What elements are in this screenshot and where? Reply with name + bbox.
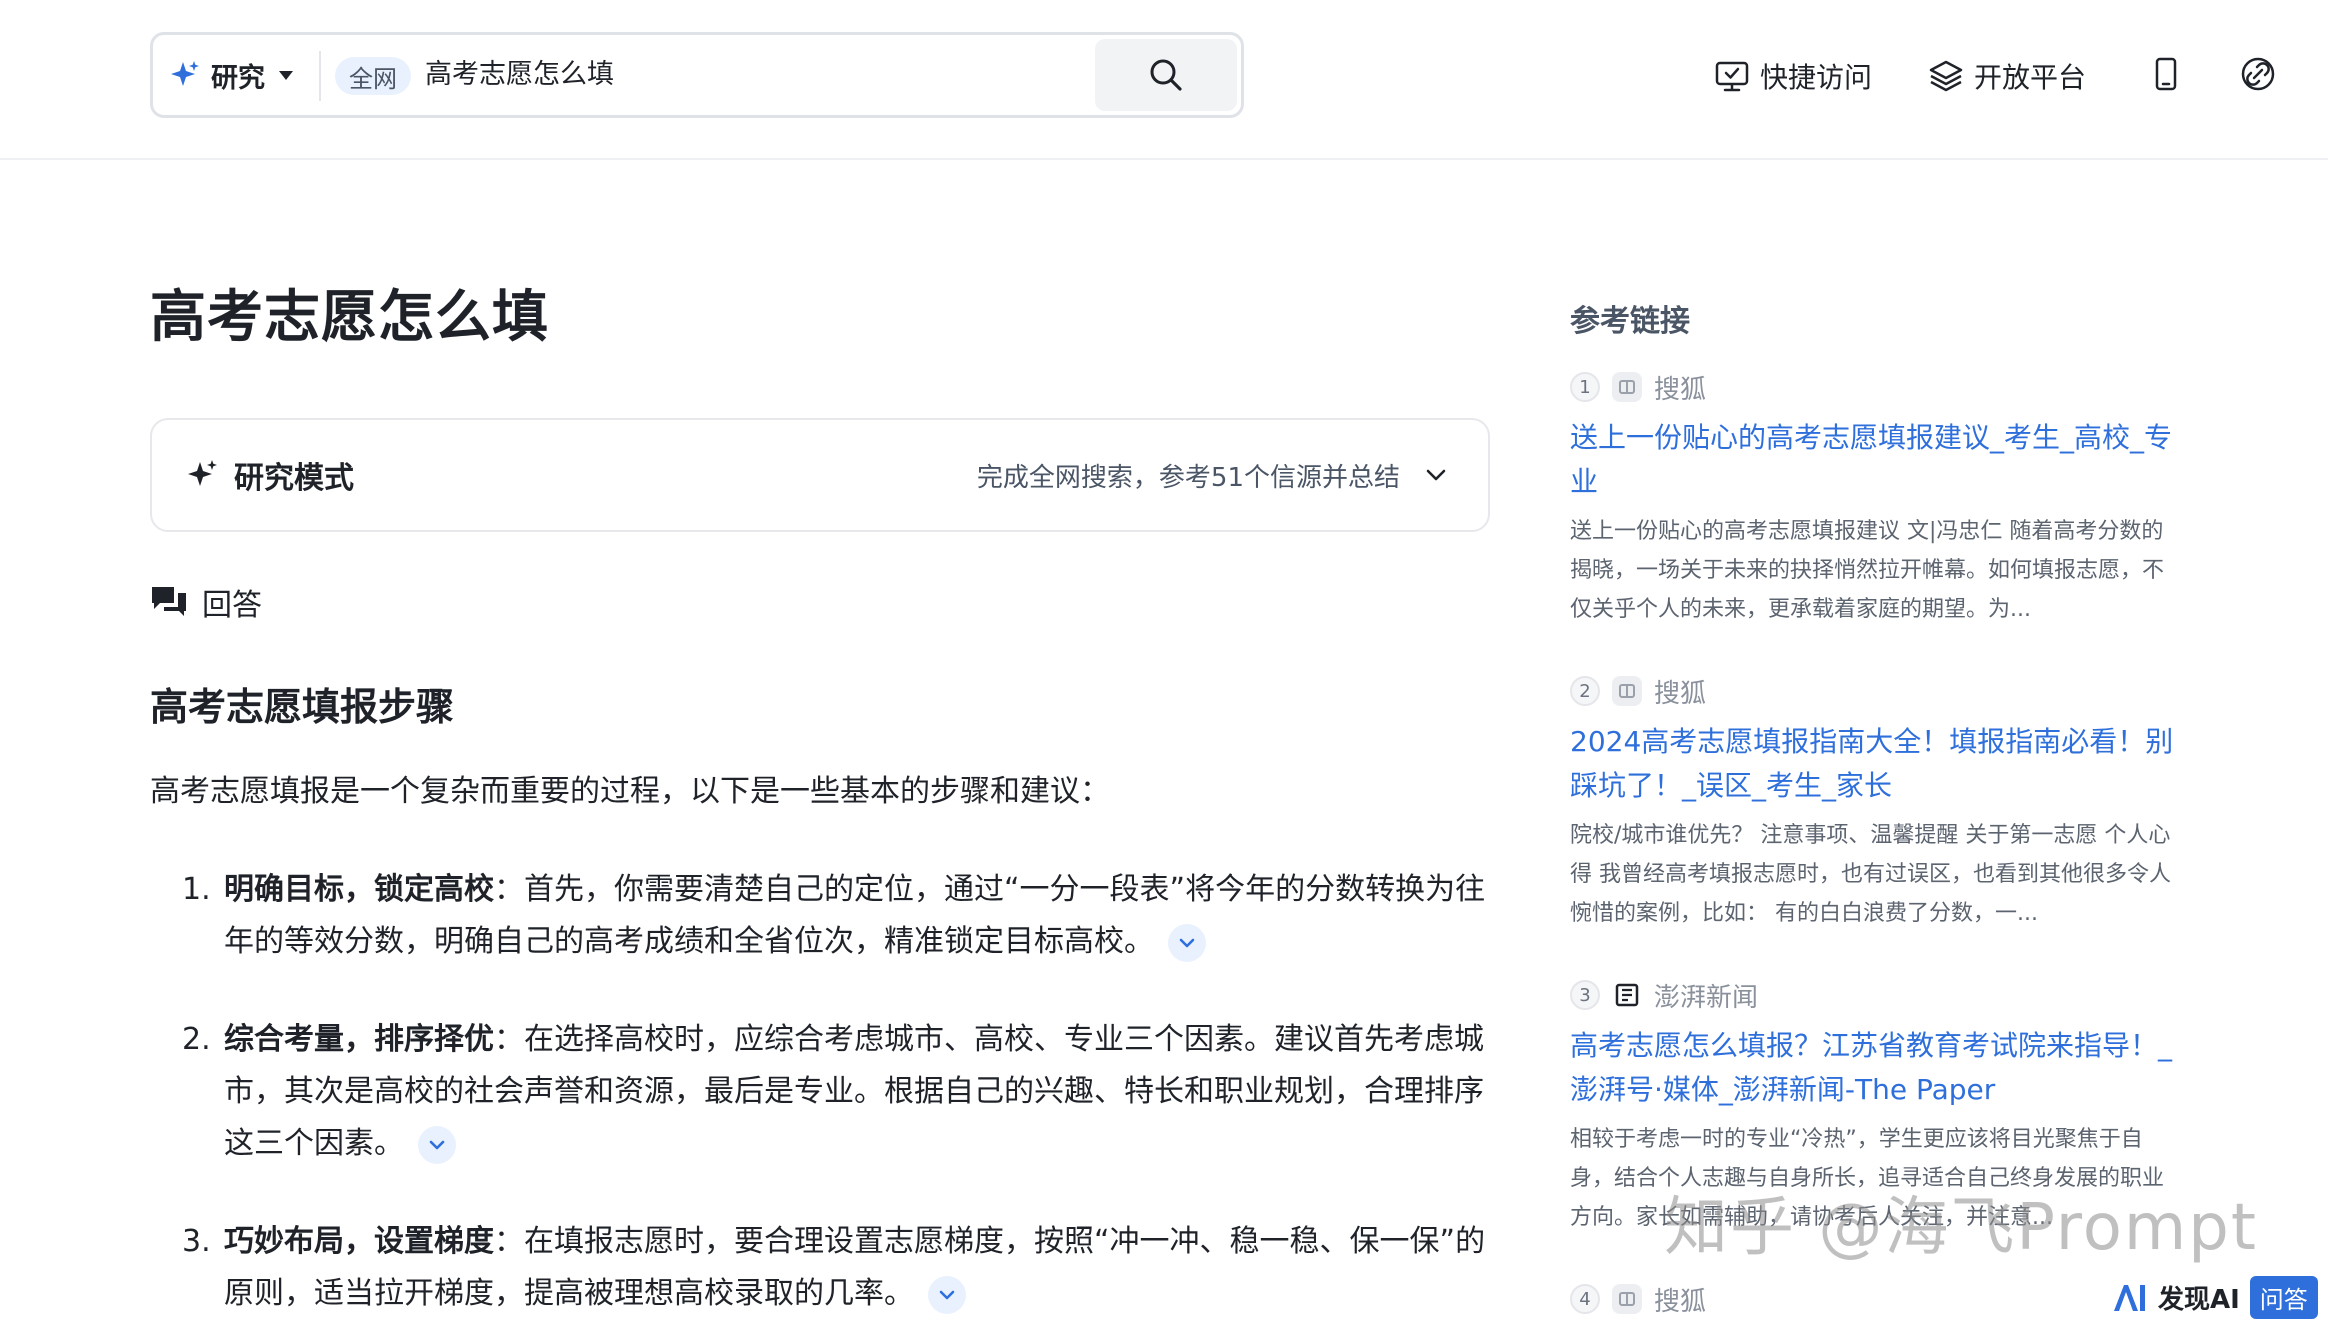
ai-logo-icon	[2114, 1284, 2145, 1311]
source-icon	[1612, 676, 1642, 706]
mode-select[interactable]: 研究	[169, 35, 293, 115]
search-box[interactable]: 研究 全网 高考志愿怎么填	[150, 32, 1244, 118]
intro-paragraph: 高考志愿填报是一个复杂而重要的过程，以下是一些基本的步骤和建议：	[150, 774, 1110, 809]
research-mode-toggle[interactable]: 完成全网搜索，参考51个信源并总结	[977, 420, 1448, 530]
step-title: 综合考量，排序择优	[224, 1022, 494, 1057]
reference-number: 1	[1570, 372, 1600, 402]
phone-icon	[2155, 57, 2177, 91]
step-title: 明确目标，锁定高校	[224, 872, 494, 907]
references-title: 参考链接	[1570, 304, 1690, 339]
reference-item[interactable]: 2 搜狐 2024高考志愿填报指南大全！填报指南必看！别踩坑了！_误区_考生_家…	[1570, 672, 2180, 933]
caret-down-icon	[279, 70, 293, 80]
reference-source: 澎湃新闻	[1654, 982, 1759, 1013]
list-item: 1. 明确目标，锁定高校：首先，你需要清楚自己的定位，通过“一分一段表”将今年的…	[182, 864, 1492, 968]
quick-access-button[interactable]: 快捷访问	[1714, 56, 1872, 96]
page-title: 高考志愿怎么填	[150, 285, 549, 350]
badge-brand: 发现AI	[2158, 1285, 2240, 1315]
step-number: 3.	[182, 1224, 211, 1259]
reference-meta: 2 搜狐	[1570, 672, 2180, 710]
expand-button[interactable]	[418, 1125, 456, 1164]
expand-button[interactable]	[928, 1275, 966, 1314]
source-icon	[1612, 372, 1642, 402]
research-mode-summary: 完成全网搜索，参考51个信源并总结	[976, 462, 1400, 493]
brand-badge: 发现AI 问答	[2112, 1276, 2318, 1319]
mode-label: 研究	[211, 62, 265, 94]
chevron-down-icon	[1426, 469, 1446, 481]
layers-icon	[1929, 60, 1963, 92]
reference-link[interactable]: 高考志愿怎么填报？江苏省教育考试院来指导！_澎湃号·媒体_澎湃新闻-The Pa…	[1570, 1024, 2180, 1112]
mobile-button[interactable]	[2148, 56, 2184, 92]
top-header: 研究 全网 高考志愿怎么填 快捷访问 开放平台	[0, 0, 2328, 160]
search-input[interactable]: 高考志愿怎么填	[425, 35, 614, 115]
watermark: 知乎 @海飞Prompt	[1664, 1191, 2258, 1265]
reference-link[interactable]: 2024高考志愿填报指南大全！填报指南必看！别踩坑了！_误区_考生_家长	[1570, 720, 2180, 808]
research-mode-header: 研究模式	[186, 420, 354, 530]
step-number: 2.	[182, 1022, 211, 1057]
reference-source: 搜狐	[1654, 1286, 1707, 1317]
reference-meta: 1 搜狐	[1570, 368, 2180, 406]
section-heading: 高考志愿填报步骤	[150, 685, 455, 729]
chat-bubbles-icon	[152, 587, 186, 616]
source-icon	[1612, 1284, 1642, 1314]
expand-button[interactable]	[1168, 923, 1206, 962]
chevron-down-icon	[429, 1140, 445, 1149]
reference-meta: 3 澎湃新闻	[1570, 976, 2180, 1014]
news-source-icon	[1612, 980, 1642, 1010]
reference-snippet: 院校/城市谁优先？ 注意事项、温馨提醒 关于第一志愿 个人心得 我曾经高考填报志…	[1570, 823, 2171, 926]
answer-label: 回答	[150, 580, 262, 624]
reference-source: 搜狐	[1654, 374, 1707, 405]
list-item: 2. 综合考量，排序择优：在选择高校时，应综合考虑城市、高校、专业三个因素。建议…	[182, 1014, 1492, 1170]
plugin-button[interactable]	[2240, 56, 2276, 92]
reference-item[interactable]: 1 搜狐 送上一份贴心的高考志愿填报建议_考生_高校_专业 送上一份贴心的高考志…	[1570, 368, 2180, 629]
reference-number: 4	[1570, 1284, 1600, 1314]
list-item: 3. 巧妙布局，设置梯度：在填报志愿时，要合理设置志愿梯度，按照“冲一冲、稳一稳…	[182, 1216, 1492, 1320]
research-mode-label: 研究模式	[234, 461, 354, 496]
monitor-icon	[1715, 61, 1749, 92]
reference-meta: 4 搜狐	[1570, 1280, 2180, 1318]
open-platform-button[interactable]: 开放平台	[1928, 56, 2086, 96]
search-button[interactable]	[1095, 39, 1237, 111]
chevron-down-icon	[1179, 938, 1195, 947]
open-platform-label: 开放平台	[1974, 61, 2087, 94]
reference-source: 搜狐	[1654, 678, 1707, 709]
link-circle-icon	[2241, 57, 2275, 91]
reference-number: 3	[1570, 980, 1600, 1010]
step-number: 1.	[182, 872, 211, 907]
search-divider	[319, 51, 321, 101]
step-title: 巧妙布局，设置梯度	[224, 1224, 494, 1259]
badge-qa: 问答	[2249, 1276, 2318, 1319]
answer-label-text: 回答	[202, 588, 262, 623]
chevron-down-icon	[939, 1290, 955, 1299]
reference-item[interactable]: 4 搜狐	[1570, 1280, 2180, 1318]
research-mode-card[interactable]: 研究模式 完成全网搜索，参考51个信源并总结	[150, 418, 1490, 532]
scope-tag[interactable]: 全网	[335, 57, 411, 95]
reference-snippet: 送上一份贴心的高考志愿填报建议 文|冯忠仁 随着高考分数的揭晓，一场关于未来的抉…	[1570, 519, 2165, 622]
sparkle-icon	[188, 460, 217, 486]
reference-link[interactable]: 送上一份贴心的高考志愿填报建议_考生_高校_专业	[1570, 416, 2180, 504]
quick-access-label: 快捷访问	[1760, 61, 1873, 94]
sparkle-icon	[171, 61, 199, 86]
steps-list: 1. 明确目标，锁定高校：首先，你需要清楚自己的定位，通过“一分一段表”将今年的…	[182, 864, 1492, 1322]
search-icon	[1150, 59, 1182, 91]
reference-number: 2	[1570, 676, 1600, 706]
